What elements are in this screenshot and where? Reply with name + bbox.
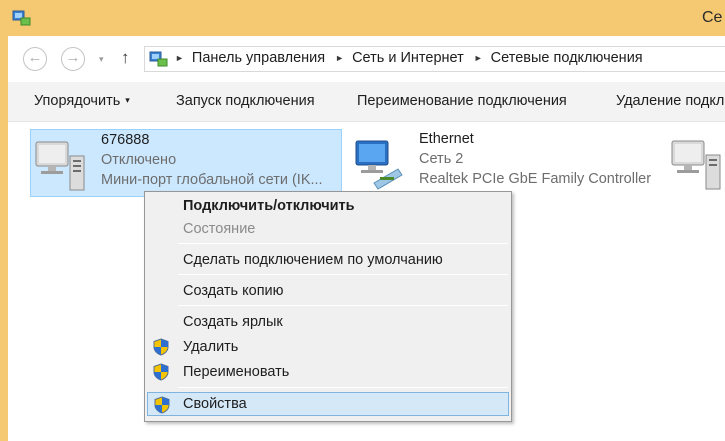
network-folder-icon [12, 10, 31, 26]
recent-locations-dropdown-icon[interactable]: ▾ [99, 54, 104, 65]
connection-status: Сеть 2 [419, 151, 464, 167]
organize-button[interactable]: Упорядочить ▾ [34, 93, 130, 109]
menu-divider [178, 387, 508, 388]
menu-divider [178, 274, 508, 275]
connection-item[interactable] [667, 129, 725, 197]
connection-item[interactable]: 676888 Отключено Мини-порт глобальной се… [30, 129, 342, 197]
rename-connection-button[interactable]: Переименование подключения [357, 93, 567, 109]
title-bar[interactable]: Се [0, 0, 725, 36]
context-menu: Подключить/отключить Состояние Сделать п… [144, 191, 512, 422]
connection-name: 676888 [101, 132, 150, 148]
breadcrumb: ► Панель управления ► Сеть и Интернет ► … [173, 50, 643, 66]
connection-status: Отключено [101, 152, 177, 168]
menu-divider [178, 305, 508, 306]
menu-item-set-default[interactable]: Сделать подключением по умолчанию [147, 248, 509, 272]
menu-item-delete-label: Удалить [183, 339, 239, 355]
breadcrumb-separator-icon[interactable]: ► [175, 53, 184, 63]
up-arrow-icon[interactable]: ↑ [121, 48, 130, 68]
menu-item-properties-label: Свойства [183, 396, 247, 412]
command-bar: Упорядочить ▾ Запуск подключения Переимен… [8, 82, 725, 122]
uac-shield-icon [154, 396, 170, 414]
uac-shield-icon [153, 338, 169, 356]
breadcrumb-control-panel[interactable]: Панель управления [192, 50, 325, 66]
window-title: Се [702, 9, 723, 26]
chevron-down-icon: ▾ [125, 95, 130, 105]
menu-divider [178, 243, 508, 244]
breadcrumb-network-internet[interactable]: Сеть и Интернет [352, 50, 464, 66]
menu-item-connect-disconnect[interactable]: Подключить/отключить [147, 194, 509, 218]
control-panel-icon [149, 51, 168, 67]
breadcrumb-separator-icon[interactable]: ► [335, 53, 344, 63]
ethernet-adapter-icon [355, 140, 403, 190]
back-arrow-icon[interactable]: ← [23, 47, 47, 71]
connection-device: Realtek PCIe GbE Family Controller [419, 171, 652, 187]
network-adapter-icon [35, 141, 85, 191]
organize-label: Упорядочить [34, 93, 121, 109]
menu-item-status[interactable]: Состояние [147, 217, 509, 241]
breadcrumb-separator-icon[interactable]: ► [474, 53, 483, 63]
start-connection-button[interactable]: Запуск подключения [176, 93, 315, 109]
menu-item-properties[interactable]: Свойства [147, 392, 509, 416]
navigation-bar: ← → ▾ ↑ ► Панель управления ► Сеть и Инт… [8, 36, 725, 82]
menu-item-rename[interactable]: Переименовать [147, 360, 509, 384]
connection-name: Ethernet [419, 131, 474, 147]
menu-item-create-copy[interactable]: Создать копию [147, 279, 509, 303]
delete-connection-button[interactable]: Удаление подкл [616, 93, 724, 109]
address-bar[interactable]: ► Панель управления ► Сеть и Интернет ► … [144, 46, 725, 72]
forward-arrow-icon[interactable]: → [61, 47, 85, 71]
menu-item-rename-label: Переименовать [183, 364, 290, 380]
menu-item-delete[interactable]: Удалить [147, 335, 509, 359]
connection-item[interactable]: Ethernet Сеть 2 Realtek PCIe GbE Family … [351, 129, 671, 197]
connection-device: Мини-порт глобальной сети (IK... [101, 172, 323, 188]
uac-shield-icon [153, 363, 169, 381]
menu-item-create-shortcut[interactable]: Создать ярлык [147, 310, 509, 334]
network-adapter-icon [671, 140, 721, 190]
breadcrumb-network-connections[interactable]: Сетевые подключения [491, 50, 643, 66]
